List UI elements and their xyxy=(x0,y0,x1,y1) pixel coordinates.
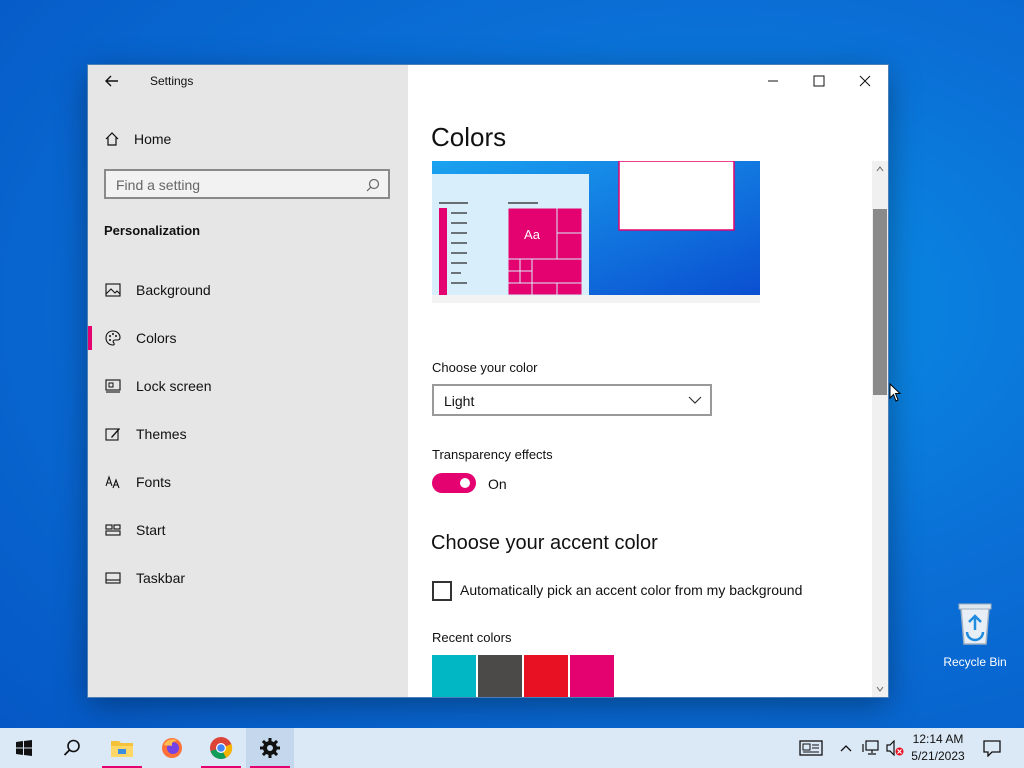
window-title: Settings xyxy=(150,74,194,88)
fonts-icon xyxy=(104,473,122,491)
auto-accent-checkbox[interactable] xyxy=(432,581,452,601)
sidebar-item-label: Fonts xyxy=(136,474,172,490)
sidebar-item-label: Colors xyxy=(136,330,177,346)
themes-icon xyxy=(104,425,122,443)
taskbar-file-explorer[interactable] xyxy=(98,728,146,768)
taskbar-search-button[interactable] xyxy=(48,728,96,768)
taskbar-settings[interactable] xyxy=(246,728,294,768)
start-button[interactable] xyxy=(0,728,48,768)
search-input[interactable]: Find a setting xyxy=(104,169,390,199)
sidebar: Settings Home Find a setting Personaliza… xyxy=(88,65,408,697)
picture-icon xyxy=(104,281,122,299)
recycle-bin-label: Recycle Bin xyxy=(943,655,1007,669)
transparency-label: Transparency effects xyxy=(432,447,553,462)
color-swatch[interactable] xyxy=(478,655,522,697)
theme-preview: Aa xyxy=(432,161,760,303)
taskbar-clock[interactable]: 12:14 AM 5/21/2023 xyxy=(908,731,968,765)
volume-muted-icon xyxy=(886,740,904,756)
choose-color-dropdown[interactable]: Light xyxy=(432,384,712,416)
search-icon xyxy=(366,178,380,192)
recycle-bin-icon xyxy=(958,603,992,645)
preview-tile-text: Aa xyxy=(524,227,541,242)
choose-color-label: Choose your color xyxy=(432,360,538,375)
notification-icon xyxy=(983,740,1001,757)
chevron-up-icon xyxy=(840,745,852,752)
sidebar-item-background[interactable]: Background xyxy=(88,270,408,310)
choose-color-value: Light xyxy=(444,393,475,409)
back-arrow-icon[interactable] xyxy=(102,72,122,90)
sidebar-item-start[interactable]: Start xyxy=(88,510,408,550)
firefox-icon xyxy=(162,738,182,758)
taskbar-icon xyxy=(104,569,122,587)
content-pane: Colors Aa Choose your color Light Transp… xyxy=(408,65,888,697)
auto-accent-label: Automatically pick an accent color from … xyxy=(460,582,803,598)
notifications-button[interactable] xyxy=(976,728,1008,768)
sidebar-item-themes[interactable]: Themes xyxy=(88,414,408,454)
show-hidden-icons-button[interactable] xyxy=(836,728,856,768)
taskbar-chrome[interactable] xyxy=(197,728,245,768)
settings-icon xyxy=(260,738,280,758)
network-button[interactable] xyxy=(860,728,882,768)
search-placeholder: Find a setting xyxy=(116,177,201,193)
settings-window: Settings Home Find a setting Personaliza… xyxy=(88,65,888,697)
lock-screen-icon xyxy=(104,377,122,395)
sidebar-item-taskbar[interactable]: Taskbar xyxy=(88,558,408,598)
transparency-toggle[interactable] xyxy=(432,473,476,493)
sidebar-item-label: Lock screen xyxy=(136,378,212,394)
scrollbar-thumb[interactable] xyxy=(873,209,887,395)
volume-button[interactable] xyxy=(884,728,906,768)
recycle-bin[interactable]: Recycle Bin xyxy=(940,600,1010,669)
palette-icon xyxy=(104,329,122,347)
chevron-up-icon xyxy=(876,166,884,172)
section-title: Personalization xyxy=(104,223,201,238)
sidebar-item-label: Themes xyxy=(136,426,187,442)
home-icon xyxy=(105,132,119,146)
sidebar-item-label: Taskbar xyxy=(136,570,186,586)
title-bar[interactable]: Settings xyxy=(88,65,408,97)
sidebar-item-lock-screen[interactable]: Lock screen xyxy=(88,366,408,406)
color-swatch[interactable] xyxy=(570,655,614,697)
home-link[interactable]: Home xyxy=(104,129,171,149)
clock-date: 5/21/2023 xyxy=(911,749,965,763)
mouse-cursor-icon xyxy=(889,383,902,402)
color-swatch[interactable] xyxy=(432,655,476,697)
search-icon xyxy=(63,739,80,756)
color-swatch[interactable] xyxy=(524,655,568,697)
home-label: Home xyxy=(134,131,172,147)
news-widget-button[interactable] xyxy=(794,728,828,768)
chrome-icon xyxy=(210,737,233,759)
taskbar-firefox[interactable] xyxy=(148,728,196,768)
recent-colors-label: Recent colors xyxy=(432,630,512,645)
recent-colors xyxy=(432,655,614,697)
file-explorer-icon xyxy=(111,741,133,757)
chevron-down-icon xyxy=(876,686,884,692)
start-icon xyxy=(104,521,122,539)
scrollbar[interactable] xyxy=(872,161,888,697)
taskbar: 12:14 AM 5/21/2023 xyxy=(0,728,1024,768)
windows-logo-icon xyxy=(16,740,32,756)
transparency-state: On xyxy=(488,476,507,492)
sidebar-item-label: Start xyxy=(136,522,166,538)
scroll-down-button[interactable] xyxy=(872,681,888,697)
chevron-down-icon xyxy=(688,396,702,404)
sidebar-item-colors[interactable]: Colors xyxy=(88,318,408,358)
scroll-up-button[interactable] xyxy=(872,161,888,177)
news-icon xyxy=(799,740,823,756)
page-title: Colors xyxy=(431,122,507,152)
network-icon xyxy=(862,740,879,755)
sidebar-item-fonts[interactable]: Fonts xyxy=(88,462,408,502)
sidebar-item-label: Background xyxy=(136,282,211,298)
accent-heading: Choose your accent color xyxy=(431,532,658,554)
clock-time: 12:14 AM xyxy=(912,732,964,746)
